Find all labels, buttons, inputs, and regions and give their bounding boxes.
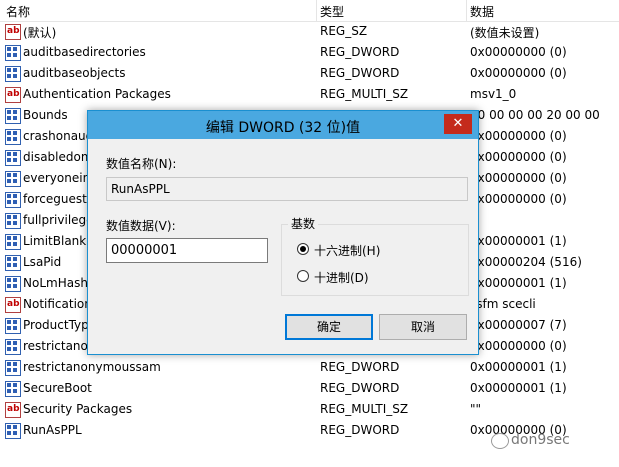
table-row[interactable]: ab Authentication Packages REG_MULTI_SZ msv…	[0, 84, 619, 105]
binary-value-icon	[5, 150, 21, 166]
string-value-icon: ab	[5, 87, 21, 103]
value-type: REG_MULTI_SZ	[320, 402, 409, 416]
edit-dword-dialog: 编辑 DWORD (32 位)值 ✕ 数值名称(N): RunAsPPL 数值数…	[87, 110, 479, 355]
value-name: crashonaud	[23, 129, 94, 143]
value-name: disabledom	[23, 150, 93, 164]
value-data: 0x00000000 (0)	[470, 66, 567, 80]
ok-button[interactable]: 确定	[285, 314, 373, 340]
value-data: (数值未设置)	[470, 26, 540, 40]
value-name-field: RunAsPPL	[106, 177, 468, 201]
value-data: 0x00000001 (1)	[470, 234, 567, 248]
value-data: 0x00000000 (0)	[470, 339, 567, 353]
string-value-icon: ab	[5, 402, 21, 418]
binary-value-icon	[5, 192, 21, 208]
value-data: 0x00000000 (0)	[470, 192, 567, 206]
hex-label[interactable]: 十六进制(H)	[314, 242, 380, 259]
binary-value-icon	[5, 108, 21, 124]
binary-value-icon	[5, 66, 21, 82]
binary-value-icon	[5, 381, 21, 397]
close-button[interactable]: ✕	[444, 114, 472, 134]
base-label: 基数	[288, 215, 319, 232]
value-data-label: 数值数据(V):	[106, 219, 176, 233]
value-name: (默认)	[23, 26, 57, 40]
binary-value-icon	[5, 129, 21, 145]
column-header-type[interactable]: 类型	[320, 3, 344, 20]
binary-value-icon	[5, 423, 21, 439]
column-divider[interactable]	[316, 0, 317, 21]
cancel-button[interactable]: 取消	[379, 314, 467, 340]
column-divider[interactable]	[466, 0, 467, 21]
value-name: Security Packages	[23, 402, 133, 416]
value-name: restrictanon	[23, 339, 96, 353]
column-header-data[interactable]: 数据	[470, 3, 494, 20]
value-data: 0x00000001 (1)	[470, 360, 567, 374]
value-type: REG_DWORD	[320, 423, 400, 437]
value-name: Notification	[23, 297, 92, 311]
value-name: Authentication Packages	[23, 87, 171, 101]
column-header-name[interactable]: 名称	[6, 3, 30, 20]
table-row[interactable]: auditbaseobjects REG_DWORD 0x00000000 (0)	[0, 63, 619, 84]
value-type: REG_MULTI_SZ	[320, 87, 409, 101]
value-type: REG_SZ	[320, 24, 368, 38]
dialog-title: 编辑 DWORD (32 位)值	[205, 120, 361, 136]
binary-value-icon	[5, 318, 21, 334]
value-name: ProductTyp	[23, 318, 89, 332]
wechat-logo-icon	[491, 433, 509, 449]
binary-value-icon	[5, 171, 21, 187]
table-row[interactable]: auditbasedirectories REG_DWORD 0x00000000 …	[0, 42, 619, 63]
value-data: 0x00000000 (0)	[470, 45, 567, 59]
value-name: RunAsPPL	[23, 423, 82, 437]
base-groupbox	[281, 224, 469, 296]
binary-value-icon	[5, 360, 21, 376]
value-data: msv1_0	[470, 87, 517, 101]
value-type: REG_DWORD	[320, 45, 400, 59]
value-name-label: 数值名称(N):	[106, 157, 177, 171]
table-row[interactable]: SecureBoot REG_DWORD 0x00000001 (1)	[0, 378, 619, 399]
value-data: 0x00000001 (1)	[470, 381, 567, 395]
value-type: REG_DWORD	[320, 360, 400, 374]
binary-value-icon	[5, 213, 21, 229]
value-data: 0x00000000 (0)	[470, 129, 567, 143]
value-name: Bounds	[23, 108, 68, 122]
value-data: 30 00 00 00 20 00 00	[470, 108, 600, 122]
string-value-icon: ab	[5, 24, 21, 40]
dialog-titlebar[interactable]: 编辑 DWORD (32 位)值 ✕	[88, 111, 478, 139]
value-type: REG_DWORD	[320, 66, 400, 80]
table-row[interactable]: ab Security Packages REG_MULTI_SZ ""	[0, 399, 619, 420]
value-name: LimitBlankP	[23, 234, 94, 248]
table-row[interactable]: ab (默认) REG_SZ (数值未设置)	[0, 21, 619, 42]
value-type: REG_DWORD	[320, 381, 400, 395]
table-row[interactable]: restrictanonymoussam REG_DWORD 0x00000001 …	[0, 357, 619, 378]
value-data-input[interactable]: 00000001	[106, 238, 268, 263]
value-name: everyoneinc	[23, 171, 97, 185]
value-name: auditbasedirectories	[23, 45, 146, 59]
binary-value-icon	[5, 276, 21, 292]
list-header: 名称 类型 数据	[0, 0, 619, 22]
value-name: NoLmHash	[23, 276, 88, 290]
value-name: fullprivilege	[23, 213, 94, 227]
value-data: 0x00000000 (0)	[470, 150, 567, 164]
value-data: 0x00000007 (7)	[470, 318, 567, 332]
value-data: ssfm scecli	[470, 297, 536, 311]
value-name: restrictanonymoussam	[23, 360, 161, 374]
value-name: forceguest	[23, 192, 87, 206]
value-data: ""	[470, 402, 482, 416]
watermark: don9sec	[491, 432, 570, 449]
value-name: SecureBoot	[23, 381, 92, 395]
value-name: LsaPid	[23, 255, 62, 269]
value-data: 0x00000204 (516)	[470, 255, 582, 269]
hex-radio[interactable]	[297, 243, 309, 255]
binary-value-icon	[5, 234, 21, 250]
value-data: 0x00000001 (1)	[470, 276, 567, 290]
value-name: auditbaseobjects	[23, 66, 126, 80]
binary-value-icon	[5, 255, 21, 271]
watermark-text: don9sec	[511, 432, 570, 448]
value-data: 0x00000000 (0)	[470, 171, 567, 185]
dec-label[interactable]: 十进制(D)	[314, 269, 369, 286]
string-value-icon: ab	[5, 297, 21, 313]
binary-value-icon	[5, 45, 21, 61]
dec-radio[interactable]	[297, 270, 309, 282]
binary-value-icon	[5, 339, 21, 355]
